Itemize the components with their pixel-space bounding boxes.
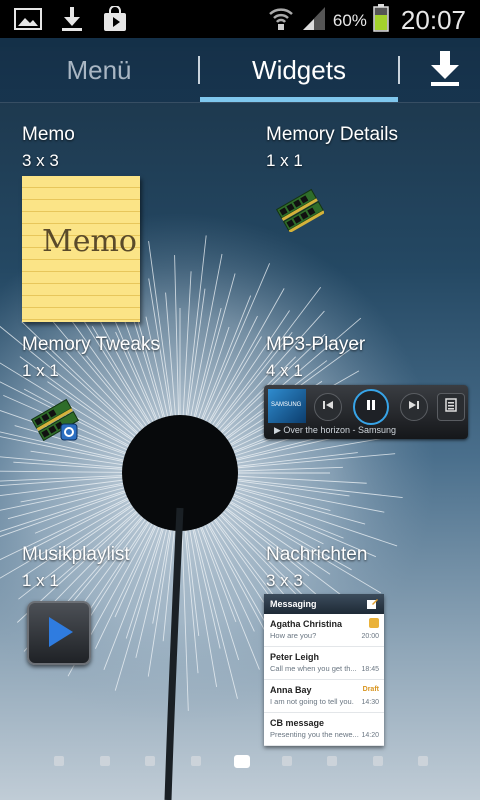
next-track-button[interactable] (400, 393, 428, 421)
page-dot[interactable] (327, 756, 337, 766)
page-indicator (0, 755, 480, 769)
page-dot[interactable] (190, 756, 201, 766)
tab-divider (398, 56, 400, 84)
signal-icon (301, 5, 327, 36)
message-time: 14:20 (361, 732, 379, 739)
widget-size: 4 x 1 (266, 361, 303, 380)
page-dot[interactable] (372, 756, 383, 766)
message-time: 14:30 (361, 699, 379, 706)
widget-size: 3 x 3 (266, 571, 303, 590)
page-dot[interactable] (99, 756, 110, 766)
page-dot[interactable] (281, 756, 292, 766)
playlist-icon (445, 397, 457, 417)
play-pause-button[interactable] (353, 389, 389, 425)
widget-title: Memo (22, 124, 75, 145)
wifi-icon (267, 5, 295, 36)
tab-widgets[interactable]: Widgets (200, 38, 398, 102)
store-bag-icon (102, 5, 128, 37)
widget-musikplaylist[interactable]: Musikplaylist 1 x 1 (22, 544, 130, 591)
page-dot[interactable] (145, 756, 155, 766)
widget-memory-details[interactable]: Memory Details 1 x 1 (266, 124, 398, 171)
page-dot[interactable] (418, 756, 428, 766)
pause-icon (364, 398, 378, 417)
compose-icon (366, 598, 378, 612)
page-dot[interactable] (54, 756, 64, 766)
widget-title: Nachrichten (266, 544, 368, 565)
playlist-button[interactable] (437, 393, 465, 421)
messaging-preview[interactable]: Messaging Agatha Christina How are you? … (264, 594, 384, 746)
memory-chip-icon[interactable] (275, 188, 325, 237)
previous-icon (322, 398, 334, 416)
message-preview: Presenting you the newe... (270, 730, 359, 739)
widget-size: 1 x 1 (22, 361, 59, 380)
draft-tag: Draft (362, 686, 379, 693)
status-bar: 60% 20:07 (0, 0, 480, 38)
message-time: 18:45 (361, 666, 379, 673)
widget-title: Memory Tweaks (22, 334, 160, 355)
album-art: SAMSUNG (268, 389, 306, 423)
musik-playlist-icon[interactable] (27, 601, 91, 665)
widget-title: Musikplaylist (22, 544, 130, 565)
battery-percent: 60% (332, 10, 367, 30)
messaging-header: Messaging (264, 594, 384, 614)
download-icon (60, 6, 84, 37)
message-row[interactable]: Peter Leigh Call me when you get th... 1… (264, 647, 384, 680)
widget-memory-tweaks[interactable]: Memory Tweaks 1 x 1 (22, 334, 160, 381)
message-sender: CB message (270, 718, 325, 728)
message-row[interactable]: CB message Presenting you the newe... 14… (264, 713, 384, 746)
battery-icon (373, 4, 389, 37)
gallery-icon (14, 7, 42, 36)
tab-bar: Menü Widgets (0, 38, 480, 103)
widget-nachrichten[interactable]: Nachrichten 3 x 3 (266, 544, 367, 591)
page-dot-active[interactable] (234, 755, 250, 768)
memo-preview-text: Memo (42, 224, 137, 259)
messaging-title: Messaging (270, 599, 317, 609)
unread-badge (369, 618, 379, 628)
widget-size: 1 x 1 (266, 151, 303, 170)
clock: 20:07 (400, 5, 466, 35)
widget-size: 3 x 3 (22, 151, 59, 170)
active-tab-indicator (200, 97, 398, 102)
next-icon (408, 398, 420, 416)
mp3-player-preview[interactable]: SAMSUNG ▶ Over the horizon - Samsung (264, 385, 468, 439)
tab-menu[interactable]: Menü (0, 38, 198, 102)
previous-track-button[interactable] (314, 393, 342, 421)
message-time: 20:00 (361, 633, 379, 640)
message-sender: Anna Bay (270, 685, 312, 695)
widget-title: Memory Details (266, 124, 398, 145)
widget-size: 1 x 1 (22, 571, 59, 590)
message-preview: How are you? (270, 631, 317, 640)
widget-memo[interactable]: Memo 3 x 3 (22, 124, 75, 171)
message-sender: Agatha Christina (270, 619, 343, 629)
download-icon (429, 49, 461, 92)
message-preview: Call me when you get th... (270, 664, 357, 673)
widget-mp3-player[interactable]: MP3-Player 4 x 1 (266, 334, 365, 381)
message-preview: I am not going to tell you. (270, 697, 354, 706)
notification-icons (14, 5, 128, 37)
now-playing-text: ▶ Over the horizon - Samsung (274, 425, 396, 435)
widget-title: MP3-Player (266, 334, 366, 355)
album-label: SAMSUNG (271, 402, 302, 408)
message-sender: Peter Leigh (270, 652, 320, 662)
download-widgets-button[interactable] (410, 38, 480, 102)
memory-tweaks-icon[interactable] (30, 398, 81, 449)
system-icons: 60% 20:07 (267, 4, 466, 37)
message-row[interactable]: Agatha Christina How are you? 20:00 (264, 614, 384, 647)
memo-preview[interactable]: Memo (22, 176, 140, 322)
message-row[interactable]: Anna Bay Draft I am not going to tell yo… (264, 680, 384, 713)
